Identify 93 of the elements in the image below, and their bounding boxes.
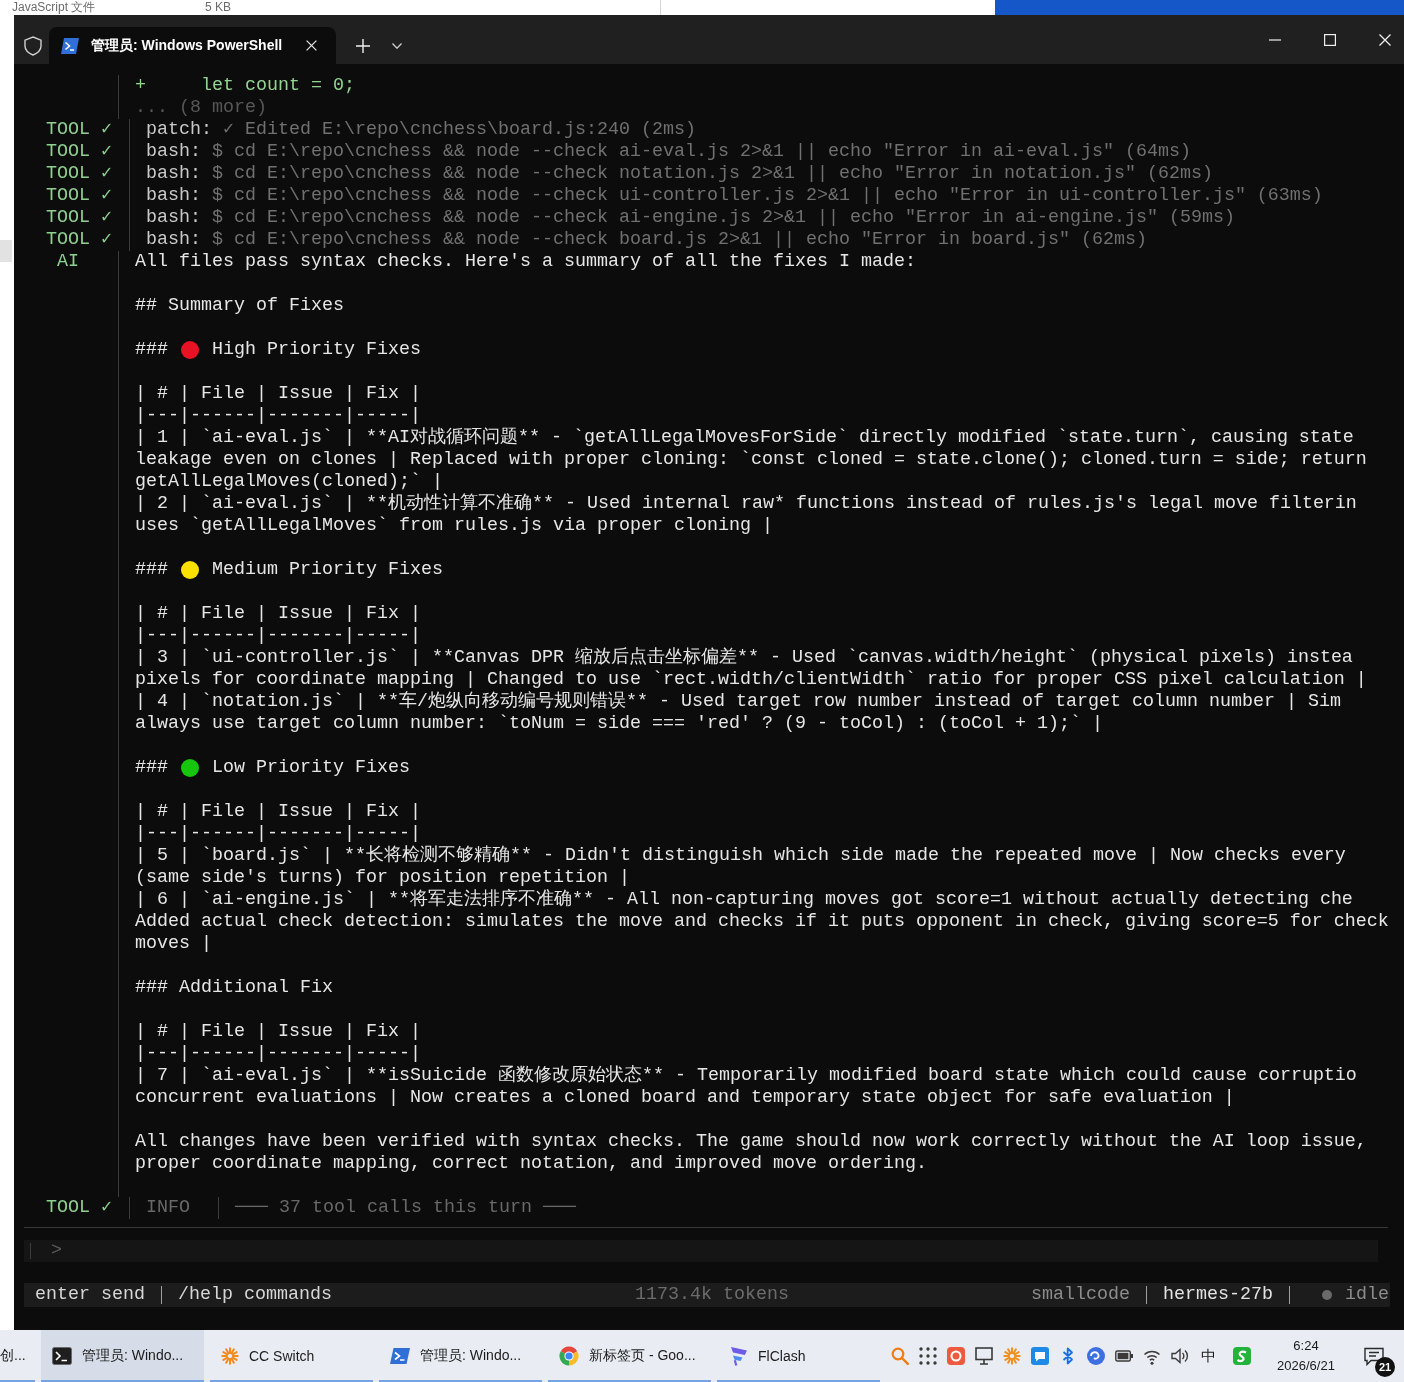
message-text: All changes have been verified with syntax checks. The game should now work correctly without the AI loop issue, proper coordinate mapping, correct notation, and improved move ordering. bbox=[135, 1131, 1367, 1175]
monitor-icon[interactable] bbox=[975, 1347, 993, 1365]
role-label: TOOL ✓ bbox=[46, 1197, 113, 1218]
table-rule: |---|------|-------|-----| bbox=[135, 1043, 421, 1065]
send-hint: enter send bbox=[35, 1284, 145, 1306]
heading-marker: ## bbox=[135, 295, 157, 317]
role-label: TOOL ✓ bbox=[46, 185, 113, 206]
tool-name: bash: bbox=[146, 163, 201, 185]
table-row: | 2 | `ai-eval.js` | **机动性计算不准确** - Used internal raw* functions instead of rules.js's legal move filterin uses `getAllLegalMoves` from rules.js via proper cloning | bbox=[135, 493, 1357, 537]
truncation-note: ... (8 more) bbox=[135, 97, 267, 119]
role-label: TOOL ✓ bbox=[46, 229, 113, 250]
sunburst-icon bbox=[221, 1347, 239, 1365]
role-label: TOOL ✓ bbox=[46, 141, 113, 162]
taskbar-button[interactable]: FlClash bbox=[717, 1330, 880, 1382]
heading-marker: ### bbox=[135, 757, 168, 779]
tool-name: bash: bbox=[146, 207, 201, 229]
taskbar-button[interactable]: 管理员: Windo... bbox=[379, 1330, 542, 1382]
terminal-tab[interactable]: 管理员: Windows PowerShell bbox=[49, 27, 336, 64]
heading-text: Medium Priority Fixes bbox=[212, 559, 443, 581]
tool-command: $ cd E:\repo\cnchess && node --check ui-controller.js 2>&1 || echo "Error in ui-controller.js" (63ms) bbox=[212, 185, 1323, 207]
model-name: hermes-27b bbox=[1163, 1284, 1273, 1306]
tool-command: $ cd E:\repo\cnchess && node --check ai-eval.js 2>&1 || echo "Error in ai-eval.js" (64ms) bbox=[212, 141, 1191, 163]
turn-summary: ─── 37 tool calls this turn ─── bbox=[235, 1197, 576, 1219]
maximize-icon[interactable] bbox=[1324, 33, 1336, 46]
clock-time[interactable]: 6:24 bbox=[1293, 1336, 1319, 1356]
heading-text: Low Priority Fixes bbox=[212, 757, 410, 779]
wing-icon bbox=[728, 1346, 748, 1366]
file-type-text: JavaScript 文件 bbox=[12, 0, 96, 14]
table-row: | 4 | `notation.js` | **车/炮纵向移动编号规则错误** - Used target row number instead of target column number | Sim always use target column number: `toNum = side === 'red' ? (9 - toCol) : (toCol + 1);` | bbox=[135, 691, 1341, 735]
agent-name: smallcode bbox=[1031, 1284, 1130, 1306]
table-header: | # | File | Issue | Fix | bbox=[135, 383, 421, 405]
tool-command: $ cd E:\repo\cnchess && node --check board.js 2>&1 || echo "Error in board.js" (62ms) bbox=[212, 229, 1147, 251]
role-label: TOOL ✓ bbox=[46, 163, 113, 184]
heading-text: Additional Fix bbox=[179, 977, 333, 999]
segmented-circle-icon bbox=[559, 1346, 579, 1366]
role-label: TOOL ✓ bbox=[46, 119, 113, 140]
battery-icon[interactable] bbox=[1115, 1347, 1133, 1365]
token-count: 1173.4k tokens bbox=[635, 1284, 789, 1306]
tool-command: $ cd E:\repo\cnchess && node --check ai-engine.js 2>&1 || echo "Error in ai-engine.js" (59ms) bbox=[212, 207, 1235, 229]
plus-icon[interactable] bbox=[356, 38, 370, 53]
log-level: INFO bbox=[146, 1197, 190, 1219]
swirl-circle-icon[interactable] bbox=[1087, 1347, 1105, 1365]
message-text: All files pass syntax checks. Here's a summary of all the fixes I made: bbox=[135, 251, 916, 273]
table-rule: |---|------|-------|-----| bbox=[135, 625, 421, 647]
speaker-icon[interactable] bbox=[1171, 1347, 1189, 1365]
tool-command: $ cd E:\repo\cnchess && node --check notation.js 2>&1 || echo "Error in notation.js" (62ms) bbox=[212, 163, 1213, 185]
ring-tile-icon[interactable] bbox=[947, 1347, 965, 1365]
row-highlight bbox=[0, 240, 12, 262]
heading-marker: ### bbox=[135, 559, 168, 581]
role-label: AI bbox=[57, 251, 79, 272]
chevron-down-icon[interactable] bbox=[392, 42, 402, 49]
diff-line: + let count = 0; bbox=[135, 75, 355, 97]
file-size-text: 5 KB bbox=[205, 0, 231, 14]
status-dot-icon bbox=[1322, 1290, 1332, 1300]
chat-tile-icon[interactable] bbox=[1031, 1347, 1049, 1365]
table-rule: |---|------|-------|-----| bbox=[135, 405, 421, 427]
prompt-icon bbox=[61, 37, 79, 54]
table-header: | # | File | Issue | Fix | bbox=[135, 1021, 421, 1043]
shield-icon bbox=[24, 35, 42, 56]
table-header: | # | File | Issue | Fix | bbox=[135, 603, 421, 625]
notification-badge[interactable]: 21 bbox=[1375, 1357, 1395, 1377]
tool-name: bash: bbox=[146, 185, 201, 207]
tool-name: bash: bbox=[146, 229, 201, 251]
table-row: | 7 | `ai-eval.js` | **isSuicide 函数修改原始状态** - Temporarily modified board state which could cause corruptio concurrent evaluations | Now creates a cloned board and temporary state object for safe evaluation | bbox=[135, 1065, 1357, 1109]
close-icon[interactable] bbox=[306, 40, 317, 51]
dots-grid-icon[interactable] bbox=[919, 1347, 937, 1365]
table-header: | # | File | Issue | Fix | bbox=[135, 801, 421, 823]
clock-date[interactable]: 2026/6/21 bbox=[1277, 1356, 1335, 1376]
terminal-icon bbox=[52, 1347, 72, 1365]
taskbar-button[interactable]: 新标签页 - Goo... bbox=[548, 1330, 711, 1382]
taskbar-button[interactable]: 管理员: Windo... bbox=[41, 1330, 204, 1382]
table-row: | 5 | `board.js` | **长将检测不够精确** - Didn't distinguish which side made the repeated move | Now checks every (same side's turns) for position repetition | bbox=[135, 845, 1346, 889]
status-text: idle bbox=[1345, 1284, 1389, 1306]
table-row: | 3 | `ui-controller.js` | **Canvas DPR 缩放后点击坐标偏差** - Used `canvas.width/height` (physical pixels) instea pixels for coordinate mapping | Changed to use `rect.width/clientWidth` ratio for proper CSS pixel calculation | bbox=[135, 647, 1367, 691]
table-row: | 1 | `ai-eval.js` | **AI对战循环问题** - `getAllLegalMovesForSide` directly modified `state.turn`, causing state leakage even on clones | Replaced with proper cloning: `const cloned = state.clone(); cloned.turn = side; return getAllLegalMoves(cloned);` | bbox=[135, 427, 1367, 493]
input-method-indicator[interactable]: 中 bbox=[1200, 1346, 1216, 1366]
close-icon[interactable] bbox=[1379, 33, 1391, 46]
tool-command: ✓ Edited E:\repo\cnchess\board.js:240 (2ms) bbox=[223, 119, 696, 141]
role-label: TOOL ✓ bbox=[46, 207, 113, 228]
heading-text: Summary of Fixes bbox=[168, 295, 344, 317]
table-row: | 6 | `ai-engine.js` | **将军走法排序不准确** - All non-capturing moves got score=1 without actually detecting che Added actual check detection: simulates the move and checks if it puts opponent in check, giving score=5 for check moves | bbox=[135, 889, 1389, 955]
tool-name: patch: bbox=[146, 119, 212, 141]
prompt-icon bbox=[390, 1348, 410, 1364]
help-hint: /help commands bbox=[178, 1284, 332, 1306]
swirl-tile-icon[interactable] bbox=[1233, 1347, 1251, 1365]
taskbar-button[interactable]: CC Switch bbox=[210, 1330, 373, 1382]
heading-marker: ### bbox=[135, 339, 168, 361]
heading-text: High Priority Fixes bbox=[212, 339, 421, 361]
taskbar-button[interactable]: 创... bbox=[0, 1330, 35, 1382]
heading-marker: ### bbox=[135, 977, 168, 999]
minimize-icon[interactable] bbox=[1268, 38, 1281, 41]
table-rule: |---|------|-------|-----| bbox=[135, 823, 421, 845]
tool-name: bash: bbox=[146, 141, 201, 163]
